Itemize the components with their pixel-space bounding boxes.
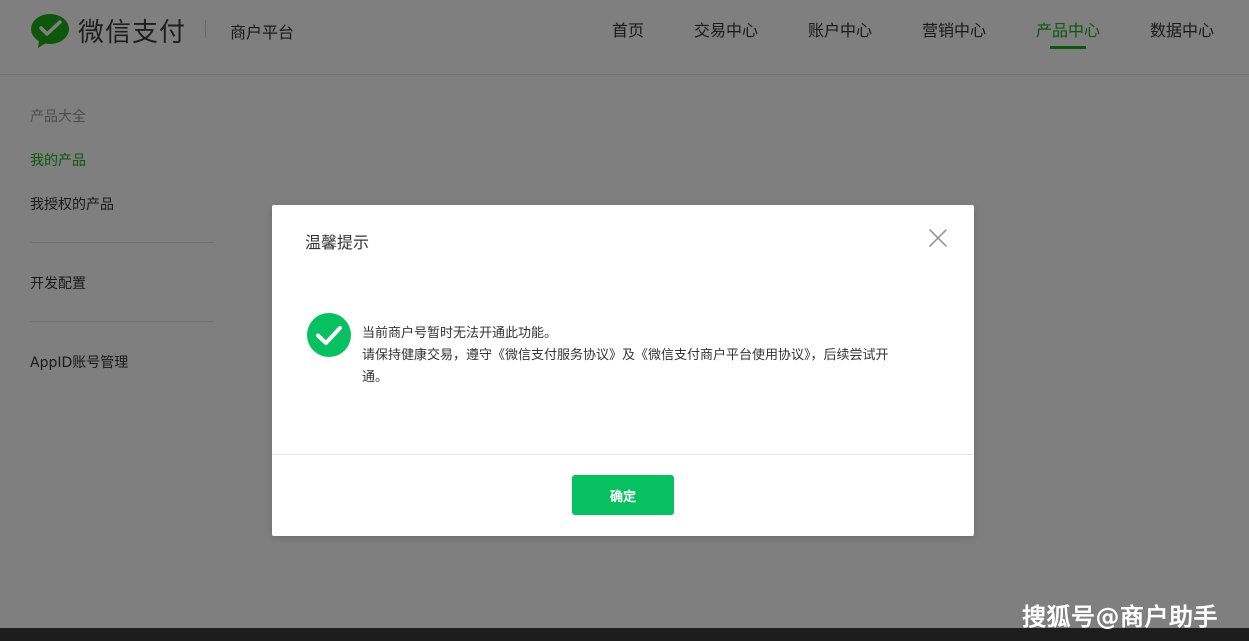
dialog-message-line2: 请保持健康交易，遵守《微信支付服务协议》及《微信支付商户平台使用协议》，后续尝试… <box>362 348 889 363</box>
dialog-message-line3: 通。 <box>362 370 389 385</box>
dialog-footer-divider <box>272 454 974 455</box>
dialog-message-line1: 当前商户号暂时无法开通此功能。 <box>362 326 558 341</box>
page: 微信支付 商户平台 首页 交易中心 账户中心 营销中心 产品中心 数据中心 产品… <box>0 0 1249 641</box>
success-check-icon <box>307 313 351 357</box>
confirm-button[interactable]: 确定 <box>572 475 674 515</box>
watermark-text: 搜狐号@商户助手 <box>1022 603 1218 631</box>
dialog-title: 温馨提示 <box>305 233 370 252</box>
notice-dialog: 温馨提示 当前商户号暂时无法开通此功能。 请保持健康交易，遵守《微信支付服务协议… <box>272 205 974 536</box>
close-icon[interactable] <box>926 226 950 250</box>
